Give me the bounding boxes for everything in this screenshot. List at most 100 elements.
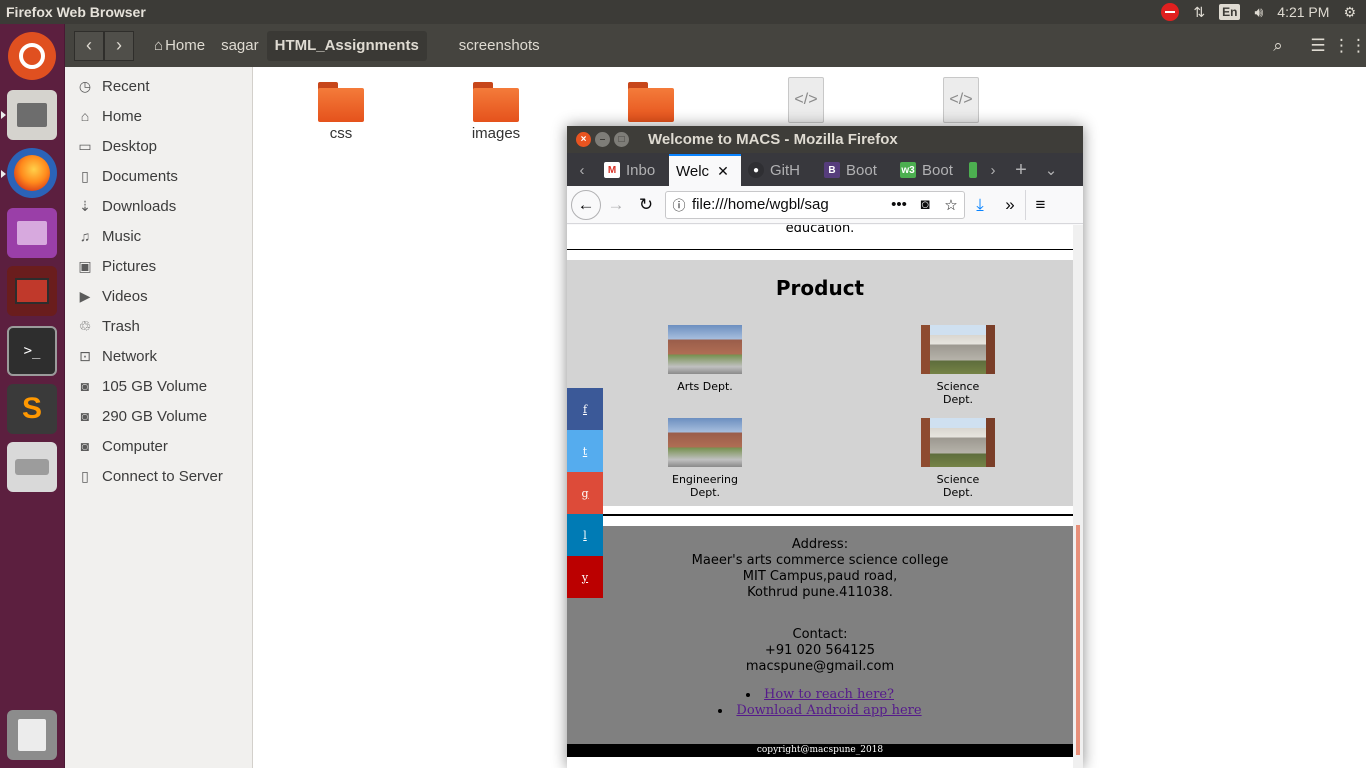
window-title: Welcome to MACS - Mozilla Firefox xyxy=(648,131,898,148)
product-card-arts[interactable]: Arts Dept. xyxy=(660,325,750,393)
linkedin-button[interactable]: l xyxy=(567,514,603,556)
disk-icon: ◙ xyxy=(80,378,90,394)
folder-item-css[interactable]: css xyxy=(291,77,391,142)
breadcrumb-sagar[interactable]: sagar xyxy=(213,31,267,61)
sidebar-item-network[interactable]: ⊡ Network xyxy=(65,341,252,371)
url-bar[interactable]: ⓘ file:///home/wgbl/sag ••• ◙ ☆ xyxy=(665,190,965,219)
w3schools-icon: w3 xyxy=(900,162,916,178)
forward-button[interactable]: › xyxy=(104,30,134,61)
page-actions-icon[interactable]: ••• xyxy=(886,196,912,213)
close-window-button[interactable]: × xyxy=(576,132,591,147)
html-file-item[interactable]: </> xyxy=(756,77,856,123)
sidebar-item-music[interactable]: ♫ Music xyxy=(65,221,252,251)
sidebar-item-computer[interactable]: ◙ Computer xyxy=(65,431,252,461)
forward-button[interactable]: → xyxy=(601,190,631,220)
sidebar-item-downloads[interactable]: ⇣ Downloads xyxy=(65,191,252,221)
back-button[interactable]: ← xyxy=(571,189,601,220)
files-app-icon[interactable] xyxy=(7,90,57,140)
trash-launcher-icon[interactable] xyxy=(7,710,57,760)
music-icon: ♫ xyxy=(79,228,91,244)
breadcrumb-screenshots[interactable]: screenshots xyxy=(451,31,548,61)
breadcrumb-html-assignments[interactable]: HTML_Assignments xyxy=(266,30,427,61)
facebook-button[interactable]: f xyxy=(567,388,603,430)
network-status-icon[interactable] xyxy=(1161,3,1180,21)
folder-icon xyxy=(473,82,519,122)
file-label: images xyxy=(471,125,521,142)
dome-photo xyxy=(921,418,995,467)
product-card-engineering[interactable]: Engineering Dept. xyxy=(660,418,750,499)
page-scrollbar[interactable] xyxy=(1073,225,1083,768)
unity-launcher: >_ S xyxy=(0,24,65,768)
folder-item[interactable] xyxy=(601,77,701,125)
tab-bootstrap-w3[interactable]: w3 Boot xyxy=(893,154,969,186)
keyboard-language-indicator[interactable]: En xyxy=(1219,4,1241,20)
breadcrumb-home[interactable]: ⌂ Home xyxy=(146,31,213,61)
divider xyxy=(567,249,1073,250)
tab-bootstrap[interactable]: B Boot xyxy=(817,154,893,186)
gmail-icon: M xyxy=(604,162,620,178)
overflow-menu-icon[interactable]: » xyxy=(995,190,1025,220)
product-card-science[interactable]: Science Dept. xyxy=(913,325,1003,406)
terminal-app-icon[interactable]: >_ xyxy=(7,326,57,376)
google-plus-button[interactable]: g xyxy=(567,472,603,514)
disk-drive-icon[interactable] xyxy=(7,442,57,492)
sidebar-item-connect-to-server[interactable]: ▯ Connect to Server xyxy=(65,461,252,491)
maximize-window-button[interactable]: □ xyxy=(614,132,629,147)
tab-welcome[interactable]: Welc ✕ xyxy=(669,154,741,186)
sidebar-item-documents[interactable]: ▯ Documents xyxy=(65,161,252,191)
reload-button[interactable]: ↻ xyxy=(631,190,661,220)
firefox-app-icon[interactable] xyxy=(7,148,57,198)
github-icon: ● xyxy=(748,162,764,178)
product-card-science-2[interactable]: Science Dept. xyxy=(913,418,1003,499)
downloads-icon[interactable]: ⤓ xyxy=(965,190,995,220)
download-android-app-link[interactable]: Download Android app here xyxy=(736,703,921,718)
tab-scroll-left-button[interactable]: ‹ xyxy=(567,154,597,186)
document-icon: ▯ xyxy=(81,167,89,184)
sidebar-item-trash[interactable]: ♲ Trash xyxy=(65,311,252,341)
divider xyxy=(603,514,1073,516)
transfer-icon[interactable]: ⇅ xyxy=(1193,4,1205,21)
tab-scroll-right-button[interactable]: › xyxy=(981,154,1005,186)
sublime-text-app-icon[interactable]: S xyxy=(7,384,57,434)
tab-github[interactable]: ● GitH xyxy=(741,154,817,186)
sidebar-item-recent[interactable]: ◷ Recent xyxy=(65,71,252,101)
how-to-reach-link[interactable]: How to reach here? xyxy=(764,687,894,702)
back-button[interactable]: ‹ xyxy=(74,30,104,61)
campus-photo xyxy=(668,418,742,467)
grid-menu-icon[interactable]: ⋮⋮ xyxy=(1333,30,1366,62)
bookmark-star-icon[interactable]: ☆ xyxy=(938,196,964,214)
url-text[interactable]: file:///home/wgbl/sag xyxy=(692,196,886,213)
close-tab-icon[interactable]: ✕ xyxy=(717,163,729,180)
product-section: Product Arts Dept. Science Dept. Enginee… xyxy=(567,260,1073,506)
twitter-button[interactable]: t xyxy=(567,430,603,472)
hamburger-menu-icon[interactable]: ≡ xyxy=(1025,189,1055,220)
info-icon[interactable]: ⓘ xyxy=(666,195,692,214)
new-tab-button[interactable]: + xyxy=(1005,154,1037,186)
youtube-button[interactable]: y xyxy=(567,556,603,598)
camera-icon: ▣ xyxy=(78,257,92,274)
html-file-item[interactable]: </> xyxy=(911,77,1011,123)
html-file-icon: </> xyxy=(788,77,824,123)
tab-partial[interactable] xyxy=(969,154,981,186)
scrollbar-thumb[interactable] xyxy=(1076,525,1080,755)
list-view-icon[interactable]: ☰ xyxy=(1302,30,1334,62)
impress-app-icon[interactable] xyxy=(7,208,57,258)
sidebar-item-290gb-volume[interactable]: ◙ 290 GB Volume xyxy=(65,401,252,431)
sidebar-item-videos[interactable]: ▶ Videos xyxy=(65,281,252,311)
ubuntu-dash-icon[interactable] xyxy=(8,32,56,80)
clock[interactable]: 4:21 PM xyxy=(1277,4,1329,20)
folder-item-images[interactable]: images xyxy=(446,77,546,142)
sidebar-item-home[interactable]: ⌂ Home xyxy=(65,101,252,131)
pocket-icon[interactable]: ◙ xyxy=(912,196,938,213)
minimize-window-button[interactable]: – xyxy=(595,132,610,147)
sidebar-item-pictures[interactable]: ▣ Pictures xyxy=(65,251,252,281)
tab-inbox[interactable]: M Inbo xyxy=(597,154,669,186)
sidebar-item-desktop[interactable]: ▭ Desktop xyxy=(65,131,252,161)
search-icon[interactable]: ⌕ xyxy=(1262,30,1294,62)
sidebar-item-105gb-volume[interactable]: ◙ 105 GB Volume xyxy=(65,371,252,401)
list-all-tabs-button[interactable]: ⌄ xyxy=(1037,154,1065,186)
product-heading: Product xyxy=(775,276,865,300)
settings-gear-icon[interactable]: ⚙ xyxy=(1343,4,1356,21)
volume-icon[interactable]: 🔊︎ xyxy=(1254,4,1263,21)
system-monitor-app-icon[interactable] xyxy=(7,266,57,316)
